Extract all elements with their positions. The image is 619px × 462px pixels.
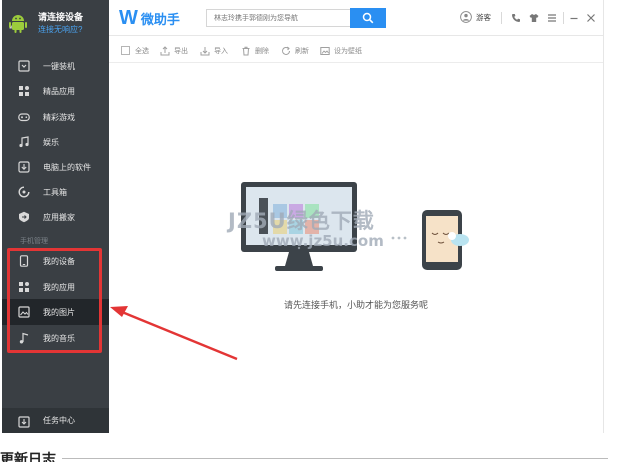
watermark-brand: JZ5U绿色下载 <box>228 209 375 233</box>
tools-icon <box>18 186 30 198</box>
sidebar-item-label: 精品应用 <box>43 86 75 96</box>
changelog-heading: 更新日志 <box>0 453 56 462</box>
sidebar-item-label: 电脑上的软件 <box>43 162 91 172</box>
user-avatar-icon <box>460 11 472 23</box>
top-bar: W 微助手 游客 <box>109 0 603 36</box>
sidebar-item-label: 工具箱 <box>43 187 67 197</box>
install-icon <box>18 60 30 72</box>
sidebar-item-label: 一键装机 <box>43 61 75 71</box>
import-button[interactable]: 导入 <box>200 45 228 56</box>
skin-button[interactable] <box>527 11 541 25</box>
sidebar-item-featured-apps[interactable]: 精品应用 <box>2 78 109 104</box>
tool-label: 删除 <box>255 47 269 55</box>
app-window: 请连接设备 连接无响应? 一键装机 精品应用 精彩游戏 娱乐 电脑上的软件 工具… <box>0 0 619 462</box>
device-status-title: 请连接设备 <box>38 11 84 22</box>
music-note-icon <box>18 136 30 148</box>
android-icon <box>9 15 27 33</box>
phone-call-button[interactable] <box>509 11 523 25</box>
search-button[interactable] <box>350 8 386 28</box>
tool-label: 全选 <box>135 47 149 55</box>
sidebar-item-app-move[interactable]: 应用搬家 <box>2 204 109 230</box>
shirt-icon <box>529 14 539 22</box>
task-center-button[interactable]: 任务中心 <box>2 408 109 433</box>
search-icon <box>362 12 374 24</box>
sidebar-item-label: 娱乐 <box>43 137 59 147</box>
app-logo: W 微助手 <box>119 8 180 28</box>
minimize-button[interactable] <box>567 11 581 25</box>
phone-call-icon <box>512 14 520 22</box>
task-download-icon <box>18 415 30 428</box>
sidebar-item-entertainment[interactable]: 娱乐 <box>2 129 109 155</box>
trash-icon <box>241 46 251 56</box>
app-name: 微助手 <box>140 11 180 27</box>
sidebar-item-toolbox[interactable]: 工具箱 <box>2 179 109 205</box>
set-wallpaper-button[interactable]: 设为壁纸 <box>320 45 362 56</box>
tool-label: 导入 <box>214 47 228 55</box>
phone-management-section-label: 手机管理 <box>20 238 48 245</box>
apps-grid-icon <box>18 85 30 97</box>
refresh-button[interactable]: 刷新 <box>281 45 309 56</box>
device-connect-header[interactable]: 请连接设备 连接无响应? <box>2 0 109 46</box>
select-all-checkbox[interactable]: 全选 <box>121 45 149 56</box>
sidebar-item-label: 应用搬家 <box>43 212 75 222</box>
move-icon <box>18 211 30 223</box>
sidebar-item-one-click-install[interactable]: 一键装机 <box>2 53 109 79</box>
task-center-label: 任务中心 <box>43 416 75 425</box>
close-button[interactable] <box>584 11 598 25</box>
picture-toolbar: 全选 导出 导入 删除 刷新 设为壁纸 <box>109 37 603 63</box>
annotation-highlight-box <box>7 248 102 353</box>
user-account[interactable]: 游客 <box>460 11 491 23</box>
topbar-divider <box>563 12 564 24</box>
tool-label: 设为壁纸 <box>334 47 362 55</box>
changelog-divider <box>62 458 608 459</box>
tool-label: 刷新 <box>295 47 309 55</box>
menu-button[interactable] <box>545 11 559 25</box>
download-icon <box>18 161 30 173</box>
sidebar: 请连接设备 连接无响应? 一键装机 精品应用 精彩游戏 娱乐 电脑上的软件 工具… <box>2 0 109 433</box>
refresh-icon <box>281 46 291 56</box>
export-icon <box>160 45 170 56</box>
empty-state-message: 请先连接手机，小助才能为您服务呢 <box>283 300 428 310</box>
logo-mark: W <box>119 7 138 29</box>
import-icon <box>200 46 210 56</box>
checkbox-icon <box>121 46 131 56</box>
sidebar-item-label: 精彩游戏 <box>43 112 75 122</box>
no-response-link[interactable]: 连接无响应? <box>38 24 83 36</box>
window-right-border <box>603 0 604 433</box>
minimize-icon <box>570 17 578 20</box>
sidebar-item-games[interactable]: 精彩游戏 <box>2 104 109 130</box>
menu-icon <box>548 14 556 22</box>
delete-button[interactable]: 删除 <box>241 45 269 56</box>
gamepad-icon <box>18 111 30 123</box>
sidebar-item-pc-software[interactable]: 电脑上的软件 <box>2 154 109 180</box>
wallpaper-icon <box>320 46 330 56</box>
watermark-url: www.jz5u.com <box>262 232 384 250</box>
user-label: 游客 <box>476 12 491 22</box>
export-button[interactable]: 导出 <box>160 45 188 56</box>
topbar-divider <box>501 12 502 24</box>
tool-label: 导出 <box>174 47 188 55</box>
search-input[interactable] <box>206 9 351 27</box>
close-icon <box>587 14 595 22</box>
